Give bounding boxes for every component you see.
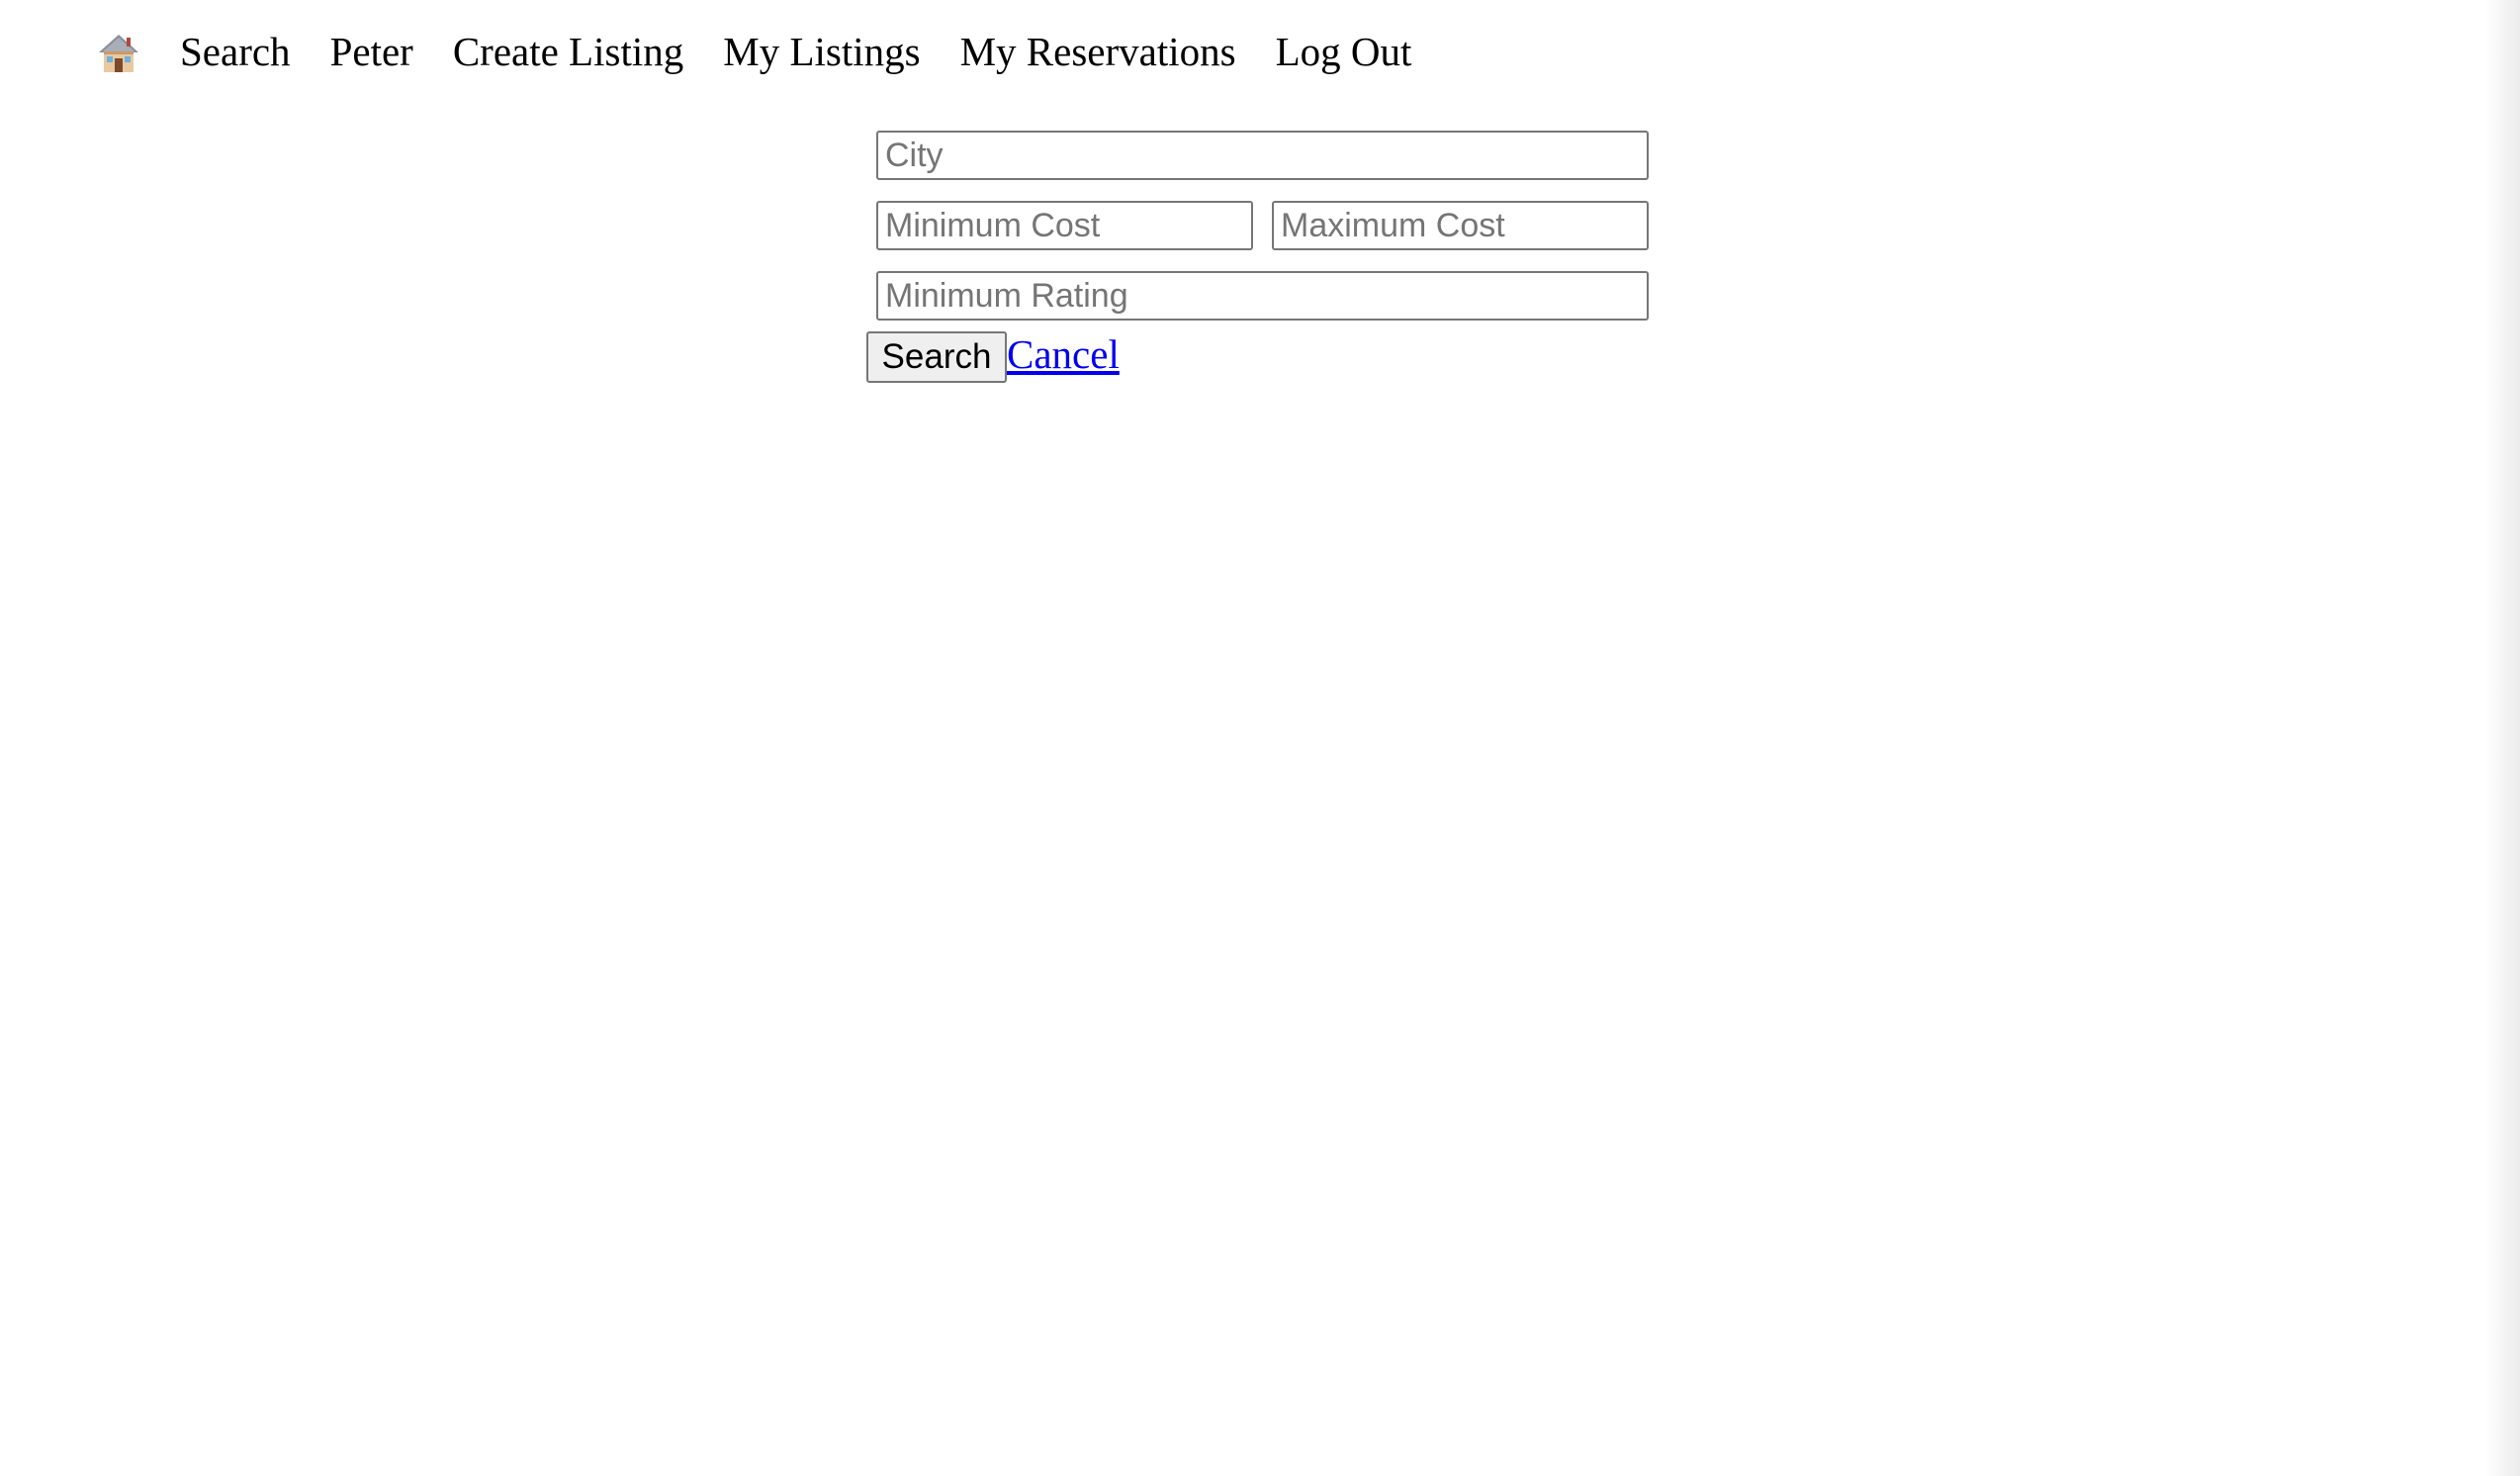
house-icon[interactable] xyxy=(97,32,140,75)
nav-user-link[interactable]: Peter xyxy=(330,31,413,72)
nav-create-listing-link[interactable]: Create Listing xyxy=(453,31,683,72)
top-navigation: Search Peter Create Listing My Listings … xyxy=(97,22,1451,81)
nav-my-reservations-link[interactable]: My Reservations xyxy=(960,31,1236,72)
search-button[interactable]: Search xyxy=(866,331,1007,383)
nav-search-link[interactable]: Search xyxy=(180,31,291,72)
minimum-rating-input[interactable] xyxy=(876,271,1649,321)
nav-my-listings-link[interactable]: My Listings xyxy=(723,31,920,72)
city-input[interactable] xyxy=(876,131,1649,180)
nav-log-out-link[interactable]: Log Out xyxy=(1276,31,1412,72)
minimum-cost-input[interactable] xyxy=(876,201,1253,250)
maximum-cost-input[interactable] xyxy=(1272,201,1649,250)
scrollbar-shadow xyxy=(2484,0,2520,1476)
cancel-link[interactable]: Cancel xyxy=(1007,331,1120,378)
